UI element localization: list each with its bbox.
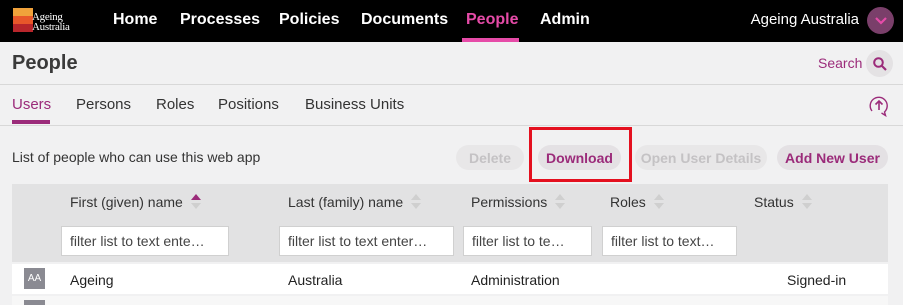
cell-permissions: Administration bbox=[471, 272, 560, 288]
search-button[interactable] bbox=[866, 50, 893, 77]
column-label-first-name: First (given) name bbox=[70, 194, 183, 210]
delete-button[interactable]: Delete bbox=[456, 145, 524, 170]
org-name[interactable]: Ageing Australia bbox=[751, 0, 859, 40]
tab-positions[interactable]: Positions bbox=[218, 96, 279, 113]
chevron-down-icon bbox=[874, 16, 887, 25]
sort-icon bbox=[653, 194, 664, 210]
logo-text-line2: Australia bbox=[32, 21, 70, 33]
column-label-status: Status bbox=[754, 194, 794, 210]
nav-admin[interactable]: Admin bbox=[540, 0, 590, 42]
page-title: People bbox=[12, 52, 78, 74]
filter-first-name-input[interactable] bbox=[61, 226, 229, 256]
column-header-first-name[interactable]: First (given) name bbox=[70, 194, 201, 210]
active-tab-indicator bbox=[12, 120, 50, 124]
column-label-roles: Roles bbox=[610, 194, 646, 210]
sort-icon bbox=[555, 194, 566, 210]
sort-ascending-icon bbox=[190, 194, 201, 210]
filter-roles-input[interactable] bbox=[602, 226, 737, 256]
active-nav-indicator bbox=[462, 38, 519, 42]
logo-text: Ageing Australia bbox=[32, 12, 70, 33]
column-header-status[interactable]: Status bbox=[754, 194, 812, 210]
sort-icon bbox=[411, 194, 422, 210]
open-user-details-button[interactable]: Open User Details bbox=[635, 145, 767, 170]
top-nav-bar: Ageing Australia Home Processes Policies… bbox=[0, 0, 903, 42]
column-header-last-name[interactable]: Last (family) name bbox=[288, 194, 422, 210]
avatar bbox=[24, 300, 45, 305]
cell-last-name: Australia bbox=[288, 272, 343, 288]
nav-processes[interactable]: Processes bbox=[180, 0, 260, 42]
sort-icon bbox=[801, 194, 812, 210]
tabs-divider bbox=[0, 125, 903, 126]
nav-home[interactable]: Home bbox=[113, 0, 157, 42]
ageing-australia-logo[interactable]: Ageing Australia bbox=[13, 8, 81, 34]
nav-documents[interactable]: Documents bbox=[361, 0, 448, 42]
avatar: AA bbox=[24, 268, 45, 289]
filter-permissions-input[interactable] bbox=[463, 226, 592, 256]
download-highlight-box bbox=[529, 127, 632, 182]
tab-persons[interactable]: Persons bbox=[76, 96, 131, 113]
table-row[interactable] bbox=[12, 264, 888, 294]
tab-users[interactable]: Users bbox=[12, 96, 51, 113]
logo-mark-icon bbox=[13, 8, 33, 32]
org-menu-button[interactable] bbox=[867, 7, 894, 34]
list-description: List of people who can use this web app bbox=[12, 149, 261, 165]
cell-status: Signed-in bbox=[787, 272, 847, 288]
column-label-last-name: Last (family) name bbox=[288, 194, 404, 210]
table-row[interactable] bbox=[12, 296, 888, 305]
tab-roles[interactable]: Roles bbox=[156, 96, 194, 113]
column-header-roles[interactable]: Roles bbox=[610, 194, 664, 210]
search-link[interactable]: Search bbox=[818, 55, 862, 71]
tab-business-units[interactable]: Business Units bbox=[305, 96, 404, 113]
add-new-user-button[interactable]: Add New User bbox=[777, 145, 888, 170]
column-header-permissions[interactable]: Permissions bbox=[471, 194, 566, 210]
upload-button[interactable] bbox=[868, 95, 890, 118]
cell-first-name: Ageing bbox=[70, 272, 114, 288]
nav-policies[interactable]: Policies bbox=[279, 0, 339, 42]
header-divider bbox=[0, 84, 903, 85]
filter-last-name-input[interactable] bbox=[279, 226, 454, 256]
upload-icon bbox=[869, 96, 888, 118]
search-icon bbox=[872, 56, 887, 71]
nav-people[interactable]: People bbox=[466, 0, 518, 42]
column-label-permissions: Permissions bbox=[471, 194, 548, 210]
